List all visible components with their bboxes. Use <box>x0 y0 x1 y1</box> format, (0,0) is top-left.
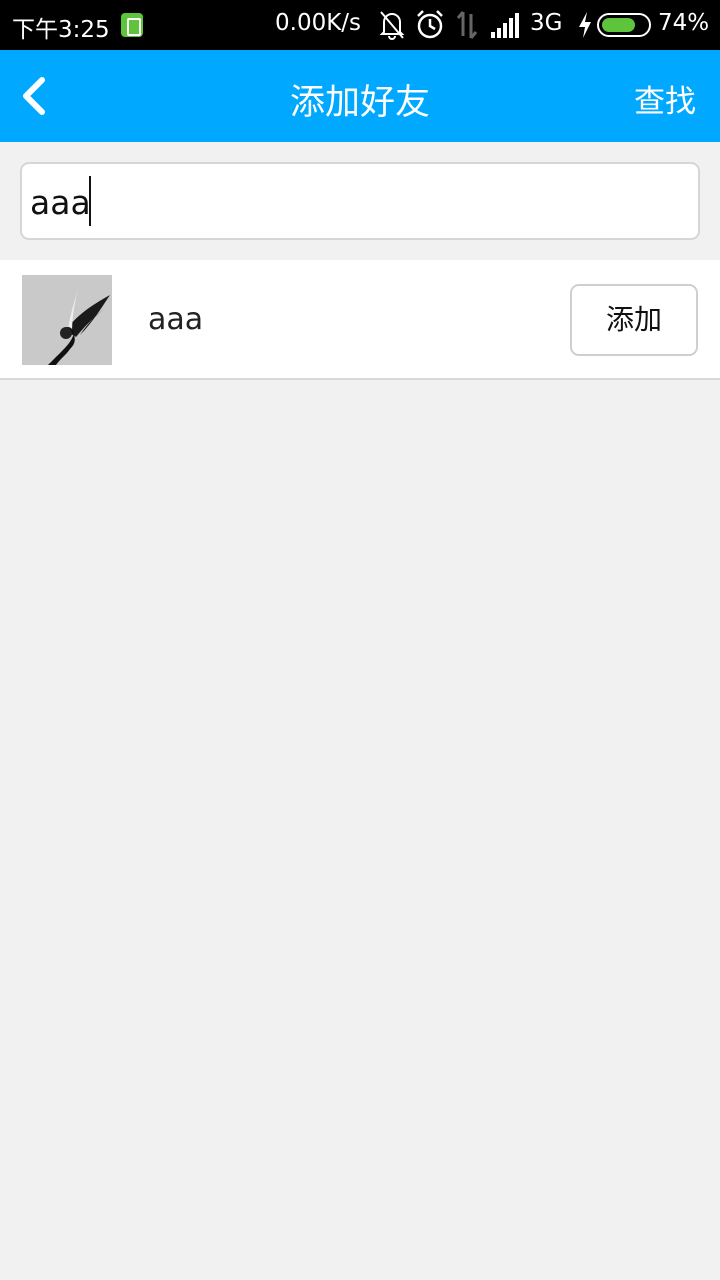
data-transfer-icon <box>456 11 478 39</box>
charging-icon <box>579 12 591 38</box>
status-time: 下午3:25 <box>12 17 110 43</box>
text-cursor <box>89 176 91 226</box>
title-bar: 添加好友 查找 <box>0 50 720 142</box>
battery-saver-icon <box>121 13 143 37</box>
battery-icon <box>597 13 651 37</box>
status-battery-percent: 74% <box>658 10 710 36</box>
signal-icon <box>491 13 519 38</box>
user-avatar[interactable] <box>22 275 112 365</box>
alarm-icon <box>417 10 443 39</box>
search-input[interactable] <box>30 174 670 230</box>
add-button[interactable]: 添加 <box>570 284 698 356</box>
page-title: 添加好友 <box>289 83 430 123</box>
mute-bell-icon <box>379 11 405 40</box>
status-bar: 下午3:25 0.00K/s 3G 74% <box>0 0 720 50</box>
user-name: aaa <box>148 302 204 337</box>
status-net-speed: 0.00K/s <box>275 10 362 36</box>
status-network-type: 3G <box>530 10 563 36</box>
list-item[interactable]: aaa 添加 <box>0 260 720 380</box>
find-button[interactable]: 查找 <box>634 76 696 121</box>
battery-level-fill <box>602 18 635 32</box>
search-field[interactable] <box>20 162 700 240</box>
